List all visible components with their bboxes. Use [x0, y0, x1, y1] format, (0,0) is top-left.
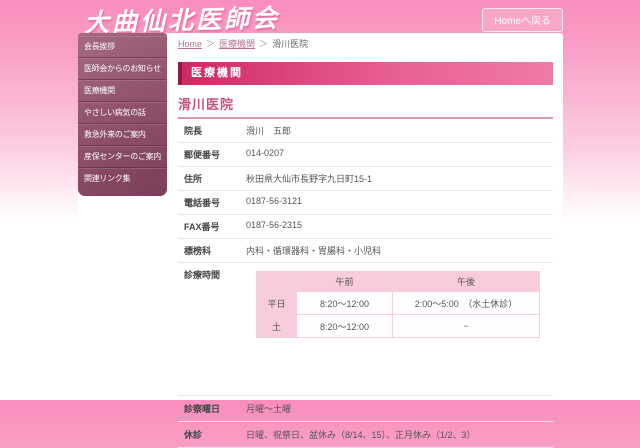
schedule-container: 午前 午後 平日 8:20～12:00 2:00～5:00 （水土休診） 土 8…	[246, 268, 553, 338]
detail-label: 診察曜日	[184, 402, 246, 415]
clinic-name-heading: 滑川医院	[178, 94, 553, 119]
breadcrumb-separator: ＞	[259, 39, 268, 49]
detail-row-postal-code: 郵便番号 014-0207	[178, 143, 553, 167]
section-banner: 医療機関	[178, 62, 553, 85]
detail-row-closed-days: 休診 日曜、祝祭日、盆休み（8/14、15）、正月休み（1/2、3）	[178, 422, 553, 448]
schedule-table: 午前 午後 平日 8:20～12:00 2:00～5:00 （水土休診） 土 8…	[256, 271, 540, 338]
breadcrumb-home-link[interactable]: Home	[178, 39, 202, 49]
detail-value: 0187-56-3121	[246, 196, 553, 206]
detail-label: FAX番号	[184, 220, 246, 233]
detail-label: 院長	[184, 124, 246, 137]
sidebar-nav: 会長挨拶 医師会からのお知らせ 医療機関 やさしい病気の話 救急外来のご案内 産…	[78, 33, 167, 196]
detail-label: 郵便番号	[184, 148, 246, 161]
detail-value: 月曜～土曜	[246, 402, 553, 415]
detail-row-address: 住所 秋田県大仙市長野字九日町15-1	[178, 167, 553, 191]
schedule-pm-cell: −	[393, 315, 540, 338]
sidebar-item-association-news[interactable]: 医師会からのお知らせ	[78, 58, 167, 80]
breadcrumb-separator: ＞	[206, 39, 215, 49]
detail-label: 診療時間	[184, 268, 246, 281]
schedule-corner-cell	[257, 272, 297, 292]
schedule-day-cell: 土	[257, 315, 297, 338]
schedule-header-row: 午前 午後	[257, 272, 540, 292]
detail-row-director: 院長 滑川 五郎	[178, 119, 553, 143]
detail-label: 住所	[184, 172, 246, 185]
detail-value: 日曜、祝祭日、盆休み（8/14、15）、正月休み（1/2、3）	[246, 428, 553, 441]
breadcrumb-current: 滑川医院	[272, 39, 308, 49]
detail-row-departments: 標榜科 内科・循環器科・胃腸科・小児科	[178, 239, 553, 263]
sidebar-item-emergency-outpatient[interactable]: 救急外来のご案内	[78, 124, 167, 146]
detail-row-hours: 診療時間 午前 午後 平日 8:20～12:00 2:00～5:00 （水土休診…	[178, 263, 553, 396]
detail-label: 休診	[184, 428, 246, 441]
schedule-am-cell: 8:20～12:00	[297, 315, 393, 338]
detail-value: 014-0207	[246, 148, 553, 158]
home-button[interactable]: Homeへ戻る	[482, 8, 563, 32]
sidebar-item-related-links[interactable]: 関連リンク集	[78, 168, 167, 189]
schedule-pm-cell: 2:00～5:00 （水土休診）	[393, 292, 540, 315]
schedule-row-weekday: 平日 8:20～12:00 2:00～5:00 （水土休診）	[257, 292, 540, 315]
schedule-col-morning: 午前	[297, 272, 393, 292]
detail-value: 内科・循環器科・胃腸科・小児科	[246, 244, 553, 257]
breadcrumb-section-link[interactable]: 医療機関	[219, 39, 255, 49]
main-content: Home ＞ 医療機関 ＞ 滑川医院 医療機関 滑川医院 院長 滑川 五郎 郵便番号 0…	[178, 37, 553, 448]
schedule-row-saturday: 土 8:20～12:00 −	[257, 315, 540, 338]
detail-row-phone: 電話番号 0187-56-3121	[178, 191, 553, 215]
detail-label: 電話番号	[184, 196, 246, 209]
sidebar-item-chairman-greeting[interactable]: 会長挨拶	[78, 36, 167, 58]
sidebar-item-sanpo-center[interactable]: 産保センターのご案内	[78, 146, 167, 168]
detail-label: 標榜科	[184, 244, 246, 257]
schedule-am-cell: 8:20～12:00	[297, 292, 393, 315]
sidebar-item-medical-institutions[interactable]: 医療機関	[78, 80, 167, 102]
schedule-day-cell: 平日	[257, 292, 297, 315]
detail-row-fax: FAX番号 0187-56-2315	[178, 215, 553, 239]
schedule-col-afternoon: 午後	[393, 272, 540, 292]
sidebar-item-disease-stories[interactable]: やさしい病気の話	[78, 102, 167, 124]
detail-value: 滑川 五郎	[246, 124, 553, 137]
detail-value: 0187-56-2315	[246, 220, 553, 230]
detail-value: 秋田県大仙市長野字九日町15-1	[246, 172, 553, 185]
breadcrumb: Home ＞ 医療機関 ＞ 滑川医院	[178, 37, 553, 50]
